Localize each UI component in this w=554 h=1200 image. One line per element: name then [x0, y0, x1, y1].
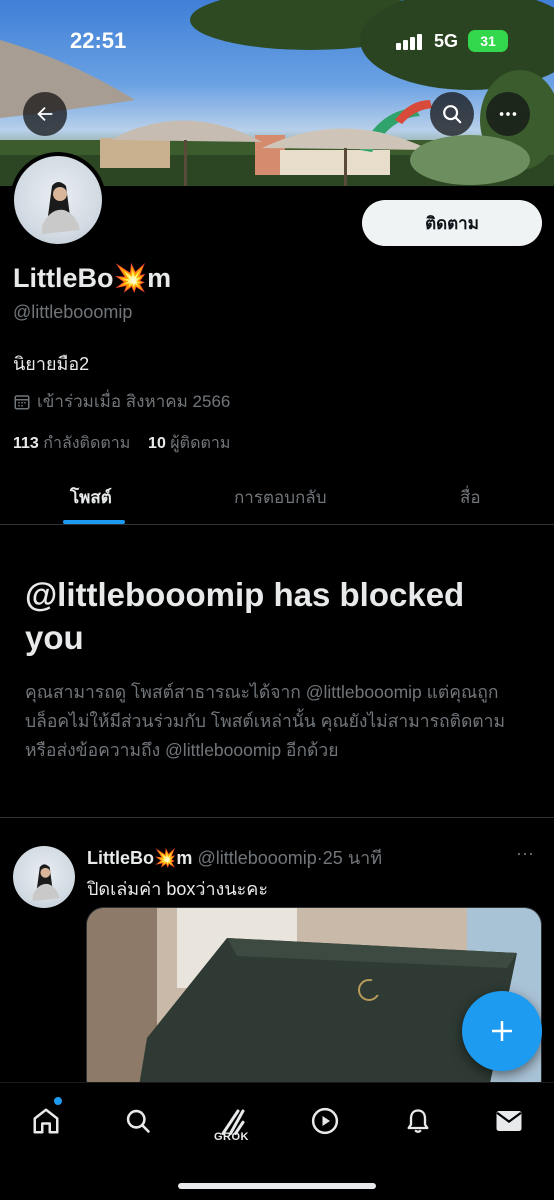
- bell-icon: [407, 1109, 429, 1133]
- display-name: LittleBo💥m: [13, 262, 171, 294]
- post-header: LittleBo💥m @littlebooomip·25 นาที: [87, 843, 382, 872]
- followers-label: ผู้ติดตาม: [170, 435, 231, 452]
- search-icon: [443, 105, 462, 124]
- more-icon: [499, 112, 517, 116]
- post-author-name[interactable]: LittleBo💥m: [87, 848, 192, 868]
- blocked-description: คุณสามารถดู โพสต์สาธารณะได้จาก @littlebo…: [25, 682, 506, 760]
- followers-count: 10: [148, 435, 166, 452]
- status-time: 22:51: [70, 28, 127, 53]
- nav-notifications[interactable]: [398, 1101, 438, 1141]
- avatar-image: [42, 182, 80, 234]
- tab-media[interactable]: สื่อ: [460, 484, 481, 511]
- home-indicator: [178, 1183, 376, 1189]
- battery-level: 31: [480, 33, 496, 49]
- network-label: 5G: [434, 31, 459, 51]
- follow-button[interactable]: ติดตาม: [362, 200, 542, 246]
- profile-tabs: โพสต์ การตอบกลับ สื่อ: [0, 470, 554, 525]
- following-count: 113: [13, 435, 39, 452]
- battery-icon: 31: [468, 30, 508, 52]
- nav-search[interactable]: [118, 1101, 158, 1141]
- profile-bio: นิยายมือ2: [13, 354, 90, 374]
- back-button[interactable]: [23, 92, 67, 136]
- display-name-end: m: [147, 263, 172, 293]
- search-icon: [126, 1109, 150, 1133]
- play-icon: [311, 1107, 339, 1135]
- post-author-end: m: [176, 848, 193, 868]
- tab-replies[interactable]: การตอบกลับ: [234, 484, 327, 511]
- status-bar: 22:51 5G 31: [0, 0, 554, 80]
- active-tab-indicator: [63, 520, 125, 524]
- arrow-left-icon: [37, 106, 53, 122]
- blocked-title: @littlebooomip has blocked you: [25, 576, 465, 656]
- avatar-image: [32, 864, 60, 901]
- tab-posts[interactable]: โพสต์: [70, 484, 112, 511]
- nav-home[interactable]: [26, 1101, 66, 1141]
- post-time: 25 นาที: [322, 848, 383, 868]
- divider: [0, 817, 554, 818]
- display-name-emoji: 💥: [113, 263, 148, 293]
- compose-button[interactable]: [462, 991, 542, 1071]
- following-label: กำลังติดตาม: [43, 435, 131, 452]
- display-name-text: LittleBo: [13, 263, 114, 293]
- post-handle: @littlebooomip: [197, 848, 317, 868]
- plus-icon: [492, 1021, 512, 1041]
- more-options-button[interactable]: [486, 92, 530, 136]
- post-text: ปิดเล่มค่า boxว่างนะคะ: [87, 879, 269, 899]
- post-author-emoji: 💥: [154, 848, 177, 868]
- post-more-button[interactable]: ···: [516, 843, 534, 864]
- post-avatar[interactable]: [13, 846, 75, 908]
- notification-dot: [54, 1097, 62, 1105]
- joined-text: เข้าร่วมเมื่อ สิงหาคม 2566: [37, 392, 231, 411]
- follow-stats: 113 กำลังติดตาม 10 ผู้ติดตาม: [13, 431, 230, 456]
- mail-icon: [496, 1111, 522, 1131]
- signal-icon: [396, 34, 422, 55]
- grok-label: GROK: [214, 1131, 249, 1143]
- profile-avatar[interactable]: [10, 152, 106, 248]
- nav-video[interactable]: [305, 1101, 345, 1141]
- profile-handle: @littlebooomip: [13, 302, 133, 322]
- search-button[interactable]: [430, 92, 474, 136]
- calendar-icon: [14, 394, 30, 409]
- followers-link[interactable]: 10 ผู้ติดตาม: [148, 435, 230, 452]
- nav-messages[interactable]: [489, 1101, 529, 1141]
- following-link[interactable]: 113 กำลังติดตาม: [13, 435, 130, 452]
- bottom-navigation: GROK: [0, 1082, 554, 1200]
- home-icon: [33, 1108, 59, 1134]
- post-author-text: LittleBo: [87, 848, 154, 868]
- joined-date: เข้าร่วมเมื่อ สิงหาคม 2566: [13, 388, 230, 415]
